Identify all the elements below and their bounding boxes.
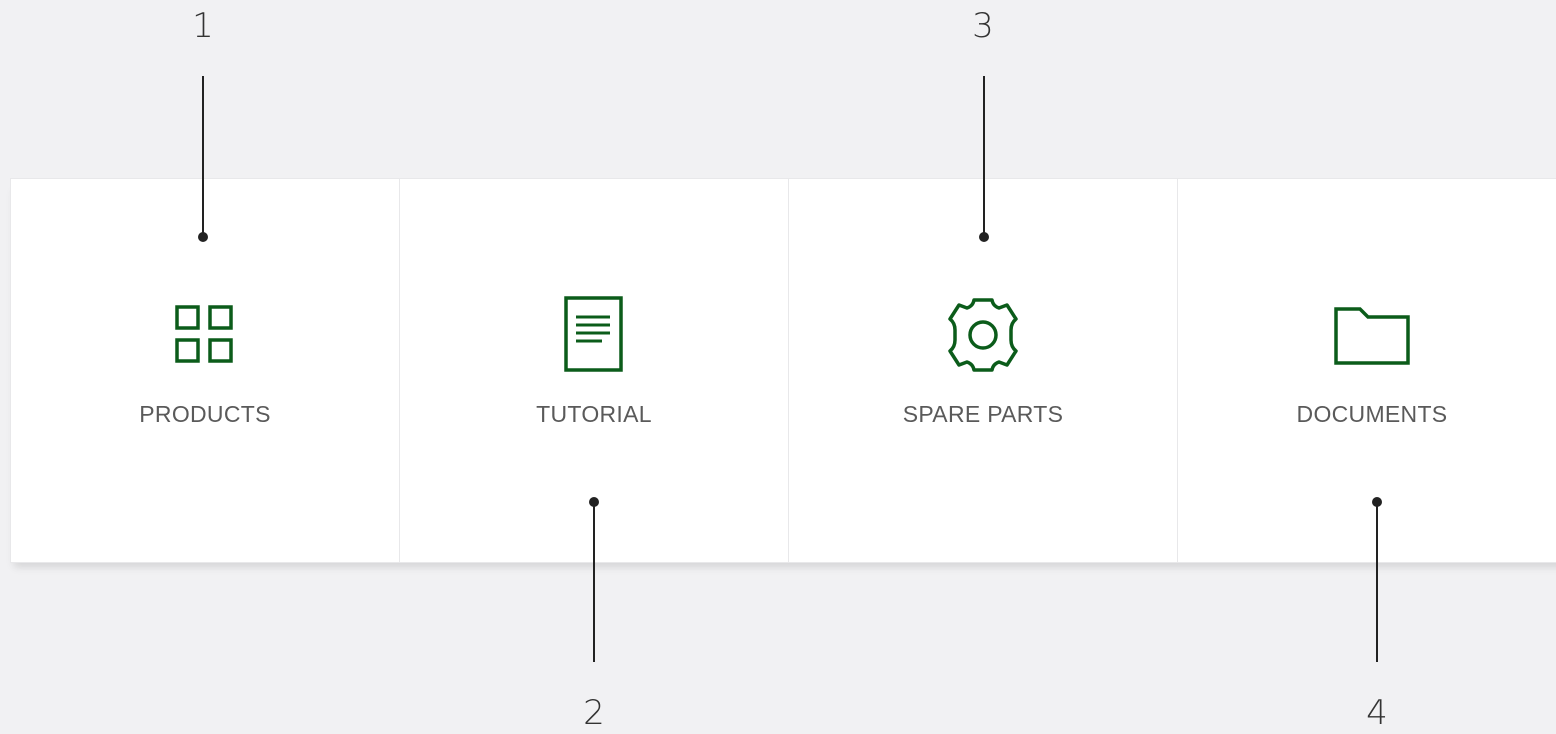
document-icon: [400, 295, 788, 375]
callout-number-1: 1: [192, 6, 214, 46]
card-label: DOCUMENTS: [1296, 401, 1448, 427]
folder-icon: [1178, 295, 1556, 375]
callout-line-4: [1376, 502, 1378, 662]
callout-number-4: 4: [1366, 693, 1388, 733]
navigation-cards: PRODUCTS TUTORIAL SPARE PARTS DOCUMENTS: [10, 178, 1556, 563]
callout-dot-3: [979, 232, 989, 242]
callout-number-3: 3: [972, 6, 994, 46]
gear-icon: [789, 295, 1177, 375]
card-label: TUTORIAL: [536, 401, 652, 427]
card-documents[interactable]: DOCUMENTS: [1177, 178, 1556, 563]
grid-icon: [11, 295, 399, 375]
callout-dot-1: [198, 232, 208, 242]
card-label: PRODUCTS: [139, 401, 271, 427]
callout-line-2: [593, 502, 595, 662]
callout-line-1: [202, 76, 204, 236]
callout-line-3: [983, 76, 985, 236]
callout-number-2: 2: [583, 693, 605, 733]
card-label: SPARE PARTS: [902, 401, 1064, 427]
